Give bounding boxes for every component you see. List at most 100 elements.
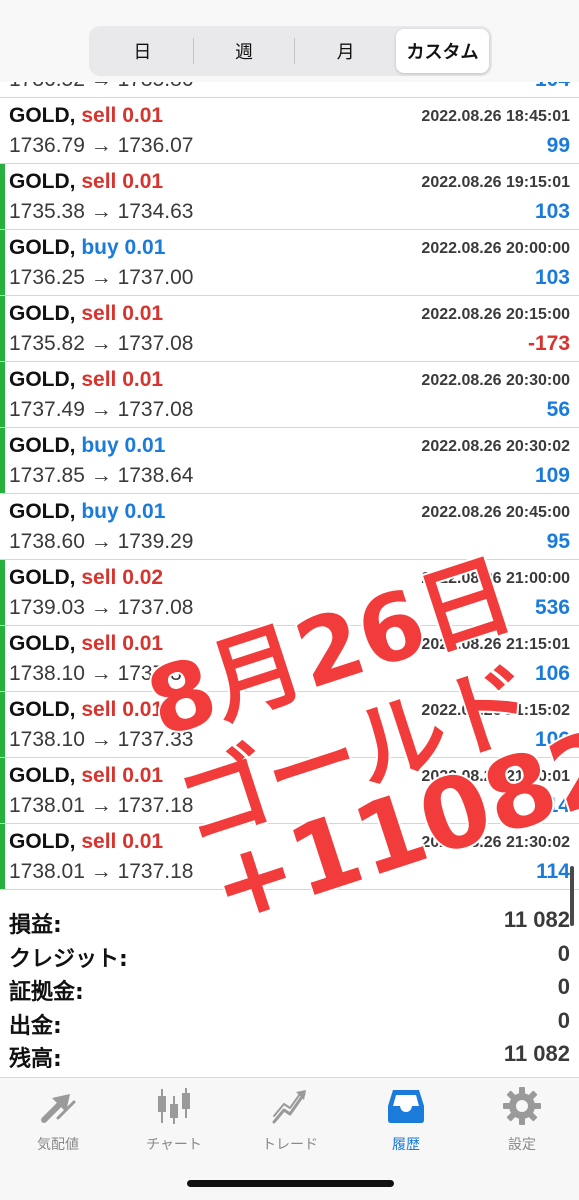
deal-profit: 56 <box>546 398 570 421</box>
deal-title: GOLD, sell 0.01 <box>9 170 163 194</box>
deal-row[interactable]: GOLD, sell 0.01 2022.08.26 20:30:00 1737… <box>0 362 579 428</box>
deal-title: GOLD, sell 0.01 <box>9 830 163 854</box>
deal-title: GOLD, sell 0.01 <box>9 368 163 392</box>
deal-profit: 109 <box>534 464 570 487</box>
deal-title: GOLD, sell 0.02 <box>9 566 163 590</box>
deal-prices: 1739.03 → 1737.08 <box>9 596 194 619</box>
deal-prices: 1737.49 → 1737.08 <box>9 398 194 421</box>
deal-row[interactable]: GOLD, buy 0.01 2022.08.26 20:00:00 1736.… <box>0 230 579 296</box>
row-edge <box>0 626 5 691</box>
row-edge <box>0 98 5 163</box>
row-edge <box>0 428 5 493</box>
row-edge <box>0 758 5 823</box>
quotes-arrows-icon <box>41 1094 76 1123</box>
summary-value: 0 <box>557 940 570 966</box>
summary-label: 残高: <box>9 1047 62 1072</box>
period-tab-custom[interactable]: カスタム <box>396 29 490 73</box>
summary-row-balance: 残高: 11 082 <box>0 1037 579 1072</box>
deal-symbol: GOLD, <box>9 434 76 457</box>
tab-label: チャート <box>146 1137 202 1153</box>
tab-label: トレード <box>262 1137 318 1153</box>
summary-row-withdrawal: 出金: 0 <box>0 1004 579 1039</box>
summary-label: 証拠金: <box>9 980 84 1005</box>
deal-profit: 103 <box>534 200 570 223</box>
period-tab-day[interactable]: 日 <box>92 29 193 73</box>
summary-row-deposit: 証拠金: 0 <box>0 970 579 1005</box>
deal-time: 2022.08.26 20:45:00 <box>421 504 570 521</box>
candlestick-chart-icon <box>158 1088 190 1124</box>
tab-history[interactable]: 履歴 <box>348 1086 464 1154</box>
home-indicator[interactable] <box>187 1180 394 1187</box>
tab-label: 気配値 <box>37 1137 79 1153</box>
row-edge <box>0 164 5 229</box>
deal-prices: 1735.82 → 1737.08 <box>9 332 194 355</box>
row-edge <box>0 824 5 889</box>
deal-side-volume: sell 0.02 <box>81 566 164 589</box>
tab-chart[interactable]: チャート <box>116 1086 232 1154</box>
tab-settings[interactable]: 設定 <box>464 1086 579 1154</box>
deal-profit: 103 <box>534 266 570 289</box>
deal-title: GOLD, sell 0.01 <box>9 302 163 326</box>
row-edge <box>0 494 5 559</box>
row-edge <box>0 692 5 757</box>
row-edge <box>0 362 5 427</box>
deal-time: 2022.08.26 19:15:01 <box>421 174 570 191</box>
deal-symbol: GOLD, <box>9 632 76 655</box>
deal-symbol: GOLD, <box>9 500 76 523</box>
mt-history-screen: 1736.52 → 1735.86 104 GOLD, sell 0.01 20… <box>0 0 579 1200</box>
deal-prices: 1737.85 → 1738.64 <box>9 464 194 487</box>
tab-label: 履歴 <box>392 1137 420 1153</box>
deal-time: 2022.08.26 20:30:00 <box>421 372 570 389</box>
deal-side-volume: sell 0.01 <box>81 302 164 325</box>
deal-side-volume: buy 0.01 <box>81 236 166 259</box>
summary-value: 0 <box>557 974 570 999</box>
deal-profit: 95 <box>546 530 570 553</box>
deal-time: 2022.08.26 18:45:01 <box>421 108 570 125</box>
summary-row-credit: クレジット: 0 <box>0 937 579 972</box>
summary-value: 11 082 <box>503 1041 570 1066</box>
deal-side-volume: sell 0.01 <box>81 170 164 193</box>
trade-chart-icon <box>272 1090 306 1124</box>
row-edge <box>0 230 5 295</box>
deal-profit: 536 <box>534 596 570 619</box>
deal-title: GOLD, buy 0.01 <box>9 236 165 260</box>
deal-title: GOLD, sell 0.01 <box>9 764 163 788</box>
deal-time: 2022.08.26 20:30:02 <box>421 438 570 455</box>
deal-side-volume: buy 0.01 <box>81 434 166 457</box>
list-scrollbar[interactable] <box>570 866 574 926</box>
deal-title: GOLD, buy 0.01 <box>9 500 165 524</box>
tab-label: 設定 <box>508 1137 536 1153</box>
deal-symbol: GOLD, <box>9 236 76 259</box>
deal-symbol: GOLD, <box>9 104 76 127</box>
deal-time: 2022.08.26 20:00:00 <box>421 240 570 257</box>
period-segmented-control[interactable]: 日 週 月 カスタム <box>89 26 492 76</box>
summary-label: 出金: <box>9 1013 62 1039</box>
deal-title: GOLD, sell 0.01 <box>9 698 163 722</box>
deal-side-volume: sell 0.01 <box>81 368 164 391</box>
summary-label: 損益: <box>9 913 62 938</box>
deal-profit: 106 <box>534 662 570 685</box>
deal-side-volume: sell 0.01 <box>81 104 164 127</box>
summary-value: 11 082 <box>503 907 570 932</box>
summary-label: クレジット: <box>9 946 128 972</box>
deal-prices: 1738.60 → 1739.29 <box>9 530 194 553</box>
tab-quotes[interactable]: 気配値 <box>0 1086 116 1154</box>
deal-side-volume: sell 0.01 <box>81 764 164 787</box>
period-tab-week[interactable]: 週 <box>194 29 295 73</box>
deal-row[interactable]: GOLD, buy 0.01 2022.08.26 20:30:02 1737.… <box>0 428 579 494</box>
deal-symbol: GOLD, <box>9 170 76 193</box>
deal-title: GOLD, buy 0.01 <box>9 434 165 458</box>
summary-value: 0 <box>557 1007 570 1033</box>
deal-title: GOLD, sell 0.01 <box>9 104 163 128</box>
tab-trade[interactable]: トレード <box>232 1086 348 1154</box>
row-edge <box>0 560 5 625</box>
deal-side-volume: sell 0.01 <box>81 830 164 853</box>
deal-row[interactable]: GOLD, sell 0.01 2022.08.26 19:15:01 1735… <box>0 164 579 230</box>
deal-row[interactable]: GOLD, sell 0.01 2022.08.26 18:45:01 1736… <box>0 98 579 164</box>
deal-profit: 114 <box>536 860 570 883</box>
period-tab-month[interactable]: 月 <box>295 29 396 73</box>
deal-row[interactable]: GOLD, sell 0.01 2022.08.26 20:15:00 1735… <box>0 296 579 362</box>
deal-symbol: GOLD, <box>9 764 76 787</box>
deal-prices: 1736.25 → 1737.00 <box>9 266 194 289</box>
deal-symbol: GOLD, <box>9 302 76 325</box>
